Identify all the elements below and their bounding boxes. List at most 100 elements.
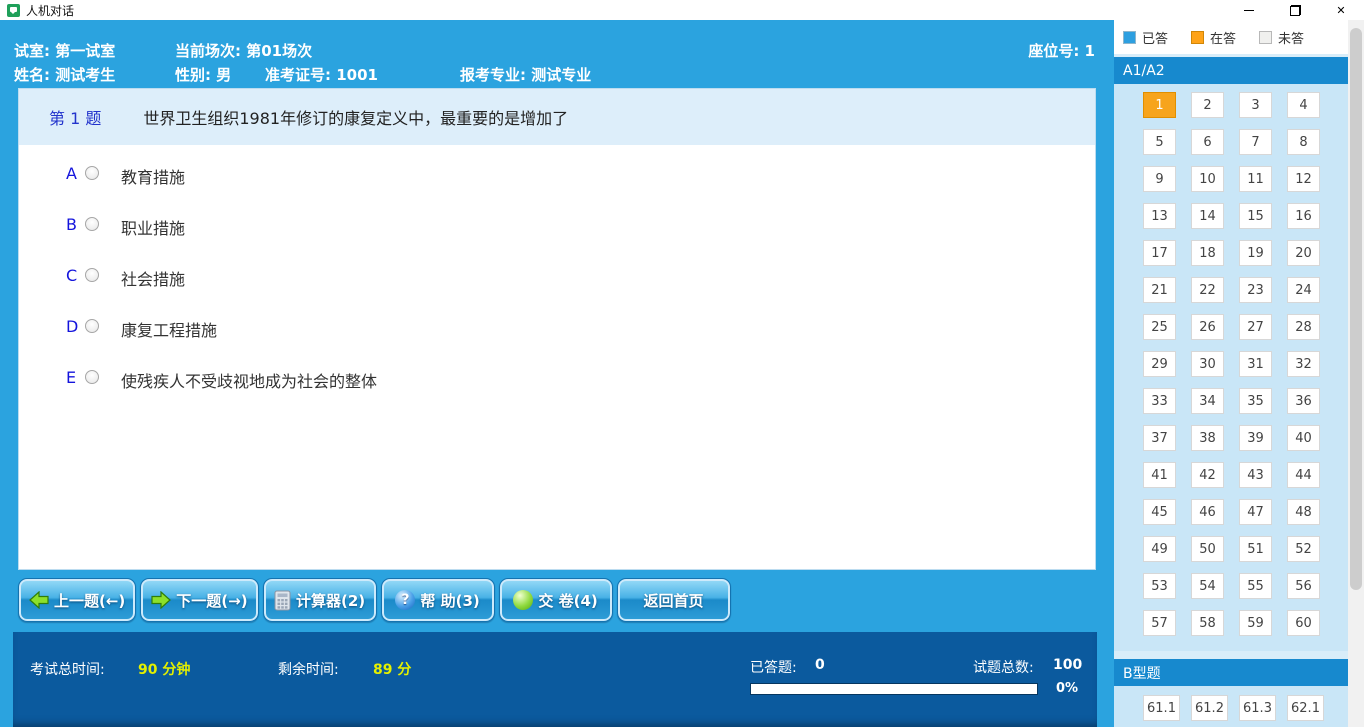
option-row-e[interactable]: E 使残疾人不受歧视地成为社会的整体 bbox=[19, 367, 1095, 389]
question-text: 世界卫生组织1981年修订的康复定义中，最重要的是增加了 bbox=[143, 105, 568, 129]
option-row-c[interactable]: C 社会措施 bbox=[19, 265, 1095, 287]
radio-button[interactable] bbox=[85, 319, 99, 333]
question-number-cell[interactable]: 59 bbox=[1239, 610, 1272, 636]
calculator-button[interactable]: 计算器(2) bbox=[263, 578, 377, 622]
question-number-cell[interactable]: 55 bbox=[1239, 573, 1272, 599]
question-number-cell[interactable]: 32 bbox=[1287, 351, 1320, 377]
option-row-a[interactable]: A 教育措施 bbox=[19, 163, 1095, 185]
question-number-cell[interactable]: 2 bbox=[1191, 92, 1224, 118]
question-number-cell[interactable]: 47 bbox=[1239, 499, 1272, 525]
question-number-cell[interactable]: 41 bbox=[1143, 462, 1176, 488]
legend-item-current: 在答 bbox=[1191, 28, 1236, 47]
option-row-b[interactable]: B 职业措施 bbox=[19, 214, 1095, 236]
question-number-cell[interactable]: 1 bbox=[1143, 92, 1176, 118]
question-number-cell[interactable]: 14 bbox=[1191, 203, 1224, 229]
radio-button[interactable] bbox=[85, 268, 99, 282]
option-letter: D bbox=[66, 317, 78, 336]
restore-button[interactable] bbox=[1272, 0, 1318, 20]
question-number-cell[interactable]: 18 bbox=[1191, 240, 1224, 266]
question-number-cell[interactable]: 46 bbox=[1191, 499, 1224, 525]
question-number-cell[interactable]: 13 bbox=[1143, 203, 1176, 229]
question-number-cell[interactable]: 48 bbox=[1287, 499, 1320, 525]
question-number-cell[interactable]: 35 bbox=[1239, 388, 1272, 414]
question-number-cell[interactable]: 54 bbox=[1191, 573, 1224, 599]
arrow-left-icon bbox=[29, 591, 49, 609]
question-number-cell[interactable]: 42 bbox=[1191, 462, 1224, 488]
question-number-cell[interactable]: 37 bbox=[1143, 425, 1176, 451]
question-number-cell[interactable]: 40 bbox=[1287, 425, 1320, 451]
answered-count-value: 0 bbox=[815, 657, 825, 673]
question-number-cell[interactable]: 3 bbox=[1239, 92, 1272, 118]
question-number-cell[interactable]: 57 bbox=[1143, 610, 1176, 636]
option-letter: C bbox=[66, 266, 77, 285]
question-number-cell[interactable]: 6 bbox=[1191, 129, 1224, 155]
question-number-cell[interactable]: 34 bbox=[1191, 388, 1224, 414]
question-number-cell[interactable]: 26 bbox=[1191, 314, 1224, 340]
radio-button[interactable] bbox=[85, 217, 99, 231]
scrollbar-thumb[interactable] bbox=[1350, 28, 1362, 590]
return-home-button[interactable]: 返回首页 bbox=[617, 578, 731, 622]
question-number-cell[interactable]: 38 bbox=[1191, 425, 1224, 451]
question-number-cell[interactable]: 43 bbox=[1239, 462, 1272, 488]
radio-button[interactable] bbox=[85, 166, 99, 180]
help-button[interactable]: ? 帮 助(3) bbox=[381, 578, 495, 622]
question-number-cell[interactable]: 16 bbox=[1287, 203, 1320, 229]
submit-paper-button[interactable]: 交 卷(4) bbox=[499, 578, 613, 622]
question-number-cell[interactable]: 39 bbox=[1239, 425, 1272, 451]
question-number-cell[interactable]: 30 bbox=[1191, 351, 1224, 377]
question-number-cell[interactable]: 44 bbox=[1287, 462, 1320, 488]
question-number-cell[interactable]: 51 bbox=[1239, 536, 1272, 562]
answered-count-label: 已答题: bbox=[750, 657, 797, 677]
question-number-cell[interactable]: 53 bbox=[1143, 573, 1176, 599]
calculator-icon bbox=[274, 590, 291, 611]
sidebar-scrollbar[interactable] bbox=[1348, 20, 1364, 727]
question-header: 第 1 题 世界卫生组织1981年修订的康复定义中，最重要的是增加了 bbox=[19, 89, 1095, 145]
question-number-cell[interactable]: 15 bbox=[1239, 203, 1272, 229]
question-number-cell[interactable]: 23 bbox=[1239, 277, 1272, 303]
question-number-cell[interactable]: 24 bbox=[1287, 277, 1320, 303]
question-number-cell[interactable]: 12 bbox=[1287, 166, 1320, 192]
radio-button[interactable] bbox=[85, 370, 99, 384]
question-number-cell[interactable]: 61.1 bbox=[1143, 695, 1180, 721]
question-number-cell[interactable]: 21 bbox=[1143, 277, 1176, 303]
question-number-cell[interactable]: 58 bbox=[1191, 610, 1224, 636]
question-number-cell[interactable]: 20 bbox=[1287, 240, 1320, 266]
question-number-cell[interactable]: 7 bbox=[1239, 129, 1272, 155]
question-number-cell[interactable]: 52 bbox=[1287, 536, 1320, 562]
question-number-cell[interactable]: 27 bbox=[1239, 314, 1272, 340]
close-button[interactable]: ✕ bbox=[1318, 0, 1364, 20]
status-bar: 考试总时间: 90 分钟 剩余时间: 89 分 已答题: 0 试题总数: 100… bbox=[13, 632, 1097, 727]
question-number-cell[interactable]: 10 bbox=[1191, 166, 1224, 192]
question-number-cell[interactable]: 61.2 bbox=[1191, 695, 1228, 721]
question-number-cell[interactable]: 60 bbox=[1287, 610, 1320, 636]
question-number-cell[interactable]: 28 bbox=[1287, 314, 1320, 340]
next-question-button[interactable]: 下一题(→) bbox=[140, 578, 258, 622]
question-number-cell[interactable]: 36 bbox=[1287, 388, 1320, 414]
question-number-cell[interactable]: 22 bbox=[1191, 277, 1224, 303]
question-number-cell[interactable]: 45 bbox=[1143, 499, 1176, 525]
question-number-cell[interactable]: 8 bbox=[1287, 129, 1320, 155]
option-text: 社会措施 bbox=[121, 266, 185, 290]
question-number-cell[interactable]: 11 bbox=[1239, 166, 1272, 192]
question-number-cell[interactable]: 17 bbox=[1143, 240, 1176, 266]
option-letter: A bbox=[66, 164, 77, 183]
option-row-d[interactable]: D 康复工程措施 bbox=[19, 316, 1095, 338]
question-number-cell[interactable]: 19 bbox=[1239, 240, 1272, 266]
question-number-cell[interactable]: 62.1 bbox=[1287, 695, 1324, 721]
question-number-cell[interactable]: 61.3 bbox=[1239, 695, 1276, 721]
button-label: 帮 助(3) bbox=[420, 590, 479, 611]
prev-question-button[interactable]: 上一题(←) bbox=[18, 578, 136, 622]
question-number-cell[interactable]: 50 bbox=[1191, 536, 1224, 562]
minimize-button[interactable] bbox=[1226, 0, 1272, 20]
question-number-cell[interactable]: 31 bbox=[1239, 351, 1272, 377]
question-number-cell[interactable]: 49 bbox=[1143, 536, 1176, 562]
question-number-cell[interactable]: 56 bbox=[1287, 573, 1320, 599]
question-number-cell[interactable]: 9 bbox=[1143, 166, 1176, 192]
question-number-cell[interactable]: 33 bbox=[1143, 388, 1176, 414]
question-number-cell[interactable]: 5 bbox=[1143, 129, 1176, 155]
unanswered-swatch-icon bbox=[1259, 31, 1272, 44]
question-number-cell[interactable]: 29 bbox=[1143, 351, 1176, 377]
question-number-cell[interactable]: 4 bbox=[1287, 92, 1320, 118]
question-number-cell[interactable]: 25 bbox=[1143, 314, 1176, 340]
section-title: A1/A2 bbox=[1123, 63, 1165, 79]
